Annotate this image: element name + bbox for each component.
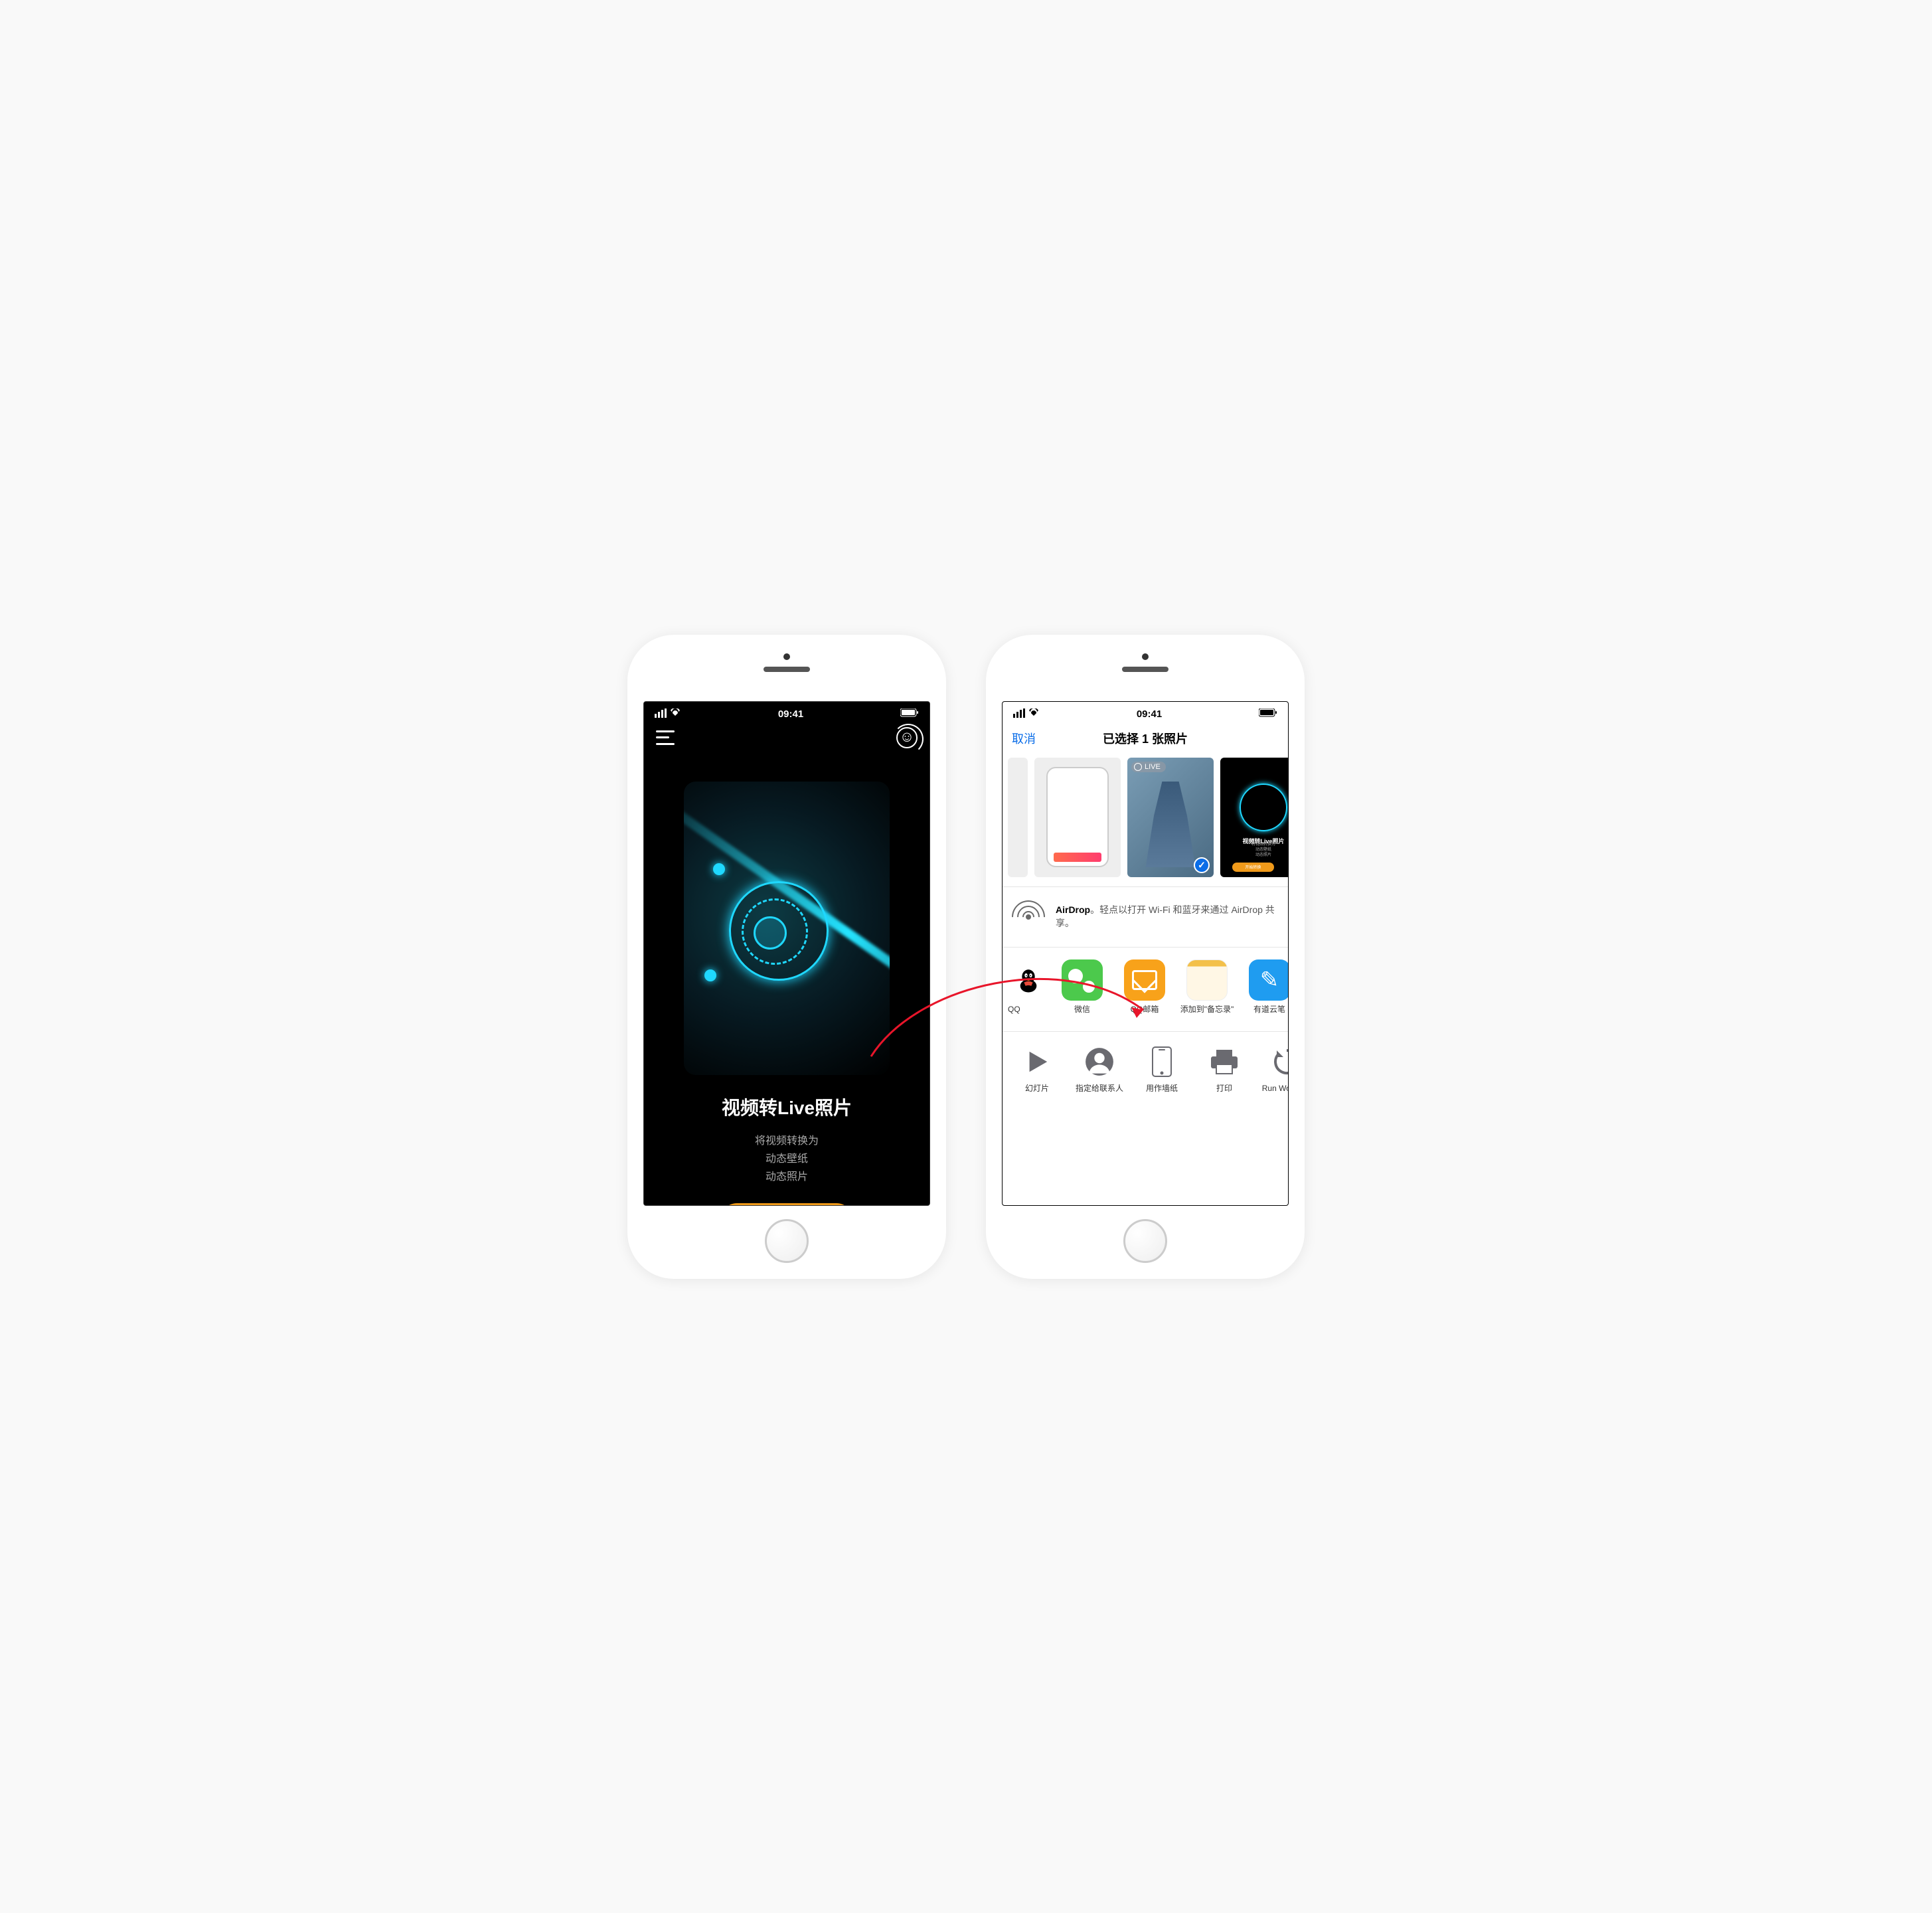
wechat-icon	[1062, 959, 1103, 1001]
app-youdao[interactable]: 有道云笔	[1240, 959, 1288, 1023]
menu-icon[interactable]	[656, 730, 675, 745]
app-label: 微信	[1074, 1005, 1090, 1023]
feature-title: 视频转Live照片	[644, 1094, 929, 1120]
signal-wifi-icon	[1013, 708, 1040, 720]
screen-right: 09:41 取消 已选择 1 张照片 LIVE	[1002, 701, 1289, 1206]
status-bar: 09:41	[1003, 702, 1288, 723]
wallpaper-icon	[1144, 1044, 1180, 1080]
phone-frame-left: 09:41 视频转Live照片 将视频转换为 动态壁纸 动态照片	[627, 635, 946, 1279]
action-wallpaper[interactable]: 用作墙纸	[1133, 1044, 1191, 1093]
youdao-icon	[1249, 959, 1288, 1001]
app-label: QQ邮箱	[1131, 1005, 1159, 1023]
airdrop-icon	[1012, 900, 1045, 934]
thumbnail-1[interactable]	[1034, 758, 1121, 877]
check-icon	[1194, 857, 1210, 873]
top-nav	[644, 723, 929, 748]
play-icon	[1019, 1044, 1055, 1080]
airdrop-section[interactable]: AirDrop。轻点以打开 Wi-Fi 和蓝牙来通过 AirDrop 共享。	[1003, 886, 1288, 948]
battery-icon	[900, 708, 919, 720]
start-convert-button[interactable]: + 开始转换	[720, 1203, 853, 1205]
app-qq[interactable]: QQ	[1008, 959, 1049, 1023]
actions-row[interactable]: 幻灯片 指定给联系人 用作墙纸	[1003, 1032, 1288, 1101]
home-button[interactable]	[765, 1219, 809, 1263]
share-header: 取消 已选择 1 张照片	[1003, 723, 1288, 754]
action-print[interactable]: 打印	[1195, 1044, 1253, 1093]
share-apps-row[interactable]: QQ 微信 QQ邮箱 添加到"备忘录" 有道云笔	[1003, 948, 1288, 1032]
photo-thumbnails[interactable]: LIVE 视频转Live照片 将视频转换为动态壁纸动态照片 开始转换	[1003, 754, 1288, 884]
app-label: 有道云笔	[1253, 1005, 1285, 1023]
print-icon	[1206, 1044, 1242, 1080]
memo-icon	[1186, 959, 1228, 1001]
status-bar: 09:41	[644, 702, 929, 723]
app-label: QQ	[1008, 1005, 1020, 1023]
action-contact[interactable]: 指定给联系人	[1070, 1044, 1129, 1093]
live-badge: LIVE	[1131, 762, 1166, 772]
contact-icon	[1082, 1044, 1117, 1080]
hero-image	[684, 782, 890, 1075]
qq-icon	[1008, 959, 1049, 1001]
cancel-button[interactable]: 取消	[1012, 730, 1036, 747]
app-label: 添加到"备忘录"	[1180, 1005, 1234, 1023]
home-button[interactable]	[1123, 1219, 1167, 1263]
airdrop-text: AirDrop。轻点以打开 Wi-Fi 和蓝牙来通过 AirDrop 共享。	[1056, 904, 1279, 930]
app-qqmail[interactable]: QQ邮箱	[1115, 959, 1174, 1023]
workflow-icon	[1269, 1044, 1288, 1080]
screen-left: 09:41 视频转Live照片 将视频转换为 动态壁纸 动态照片	[643, 701, 930, 1206]
thumbnail-2-selected[interactable]: LIVE	[1127, 758, 1214, 877]
feature-subtitle: 将视频转换为 动态壁纸 动态照片	[644, 1132, 929, 1187]
action-slideshow[interactable]: 幻灯片	[1008, 1044, 1066, 1093]
status-time: 09:41	[1137, 708, 1162, 720]
status-time: 09:41	[778, 708, 803, 720]
signal-wifi-icon	[655, 708, 681, 720]
support-icon[interactable]	[896, 727, 918, 748]
share-title: 已选择 1 张照片	[1103, 730, 1188, 747]
thumbnail-prev[interactable]	[1008, 758, 1028, 877]
action-workflow[interactable]: Run Workflow	[1257, 1044, 1288, 1093]
thumbnail-3[interactable]: 视频转Live照片 将视频转换为动态壁纸动态照片 开始转换	[1220, 758, 1288, 877]
qqmail-icon	[1124, 959, 1165, 1001]
phone-frame-right: 09:41 取消 已选择 1 张照片 LIVE	[986, 635, 1305, 1279]
battery-icon	[1259, 708, 1277, 720]
app-wechat[interactable]: 微信	[1053, 959, 1111, 1023]
app-memo[interactable]: 添加到"备忘录"	[1178, 959, 1236, 1023]
